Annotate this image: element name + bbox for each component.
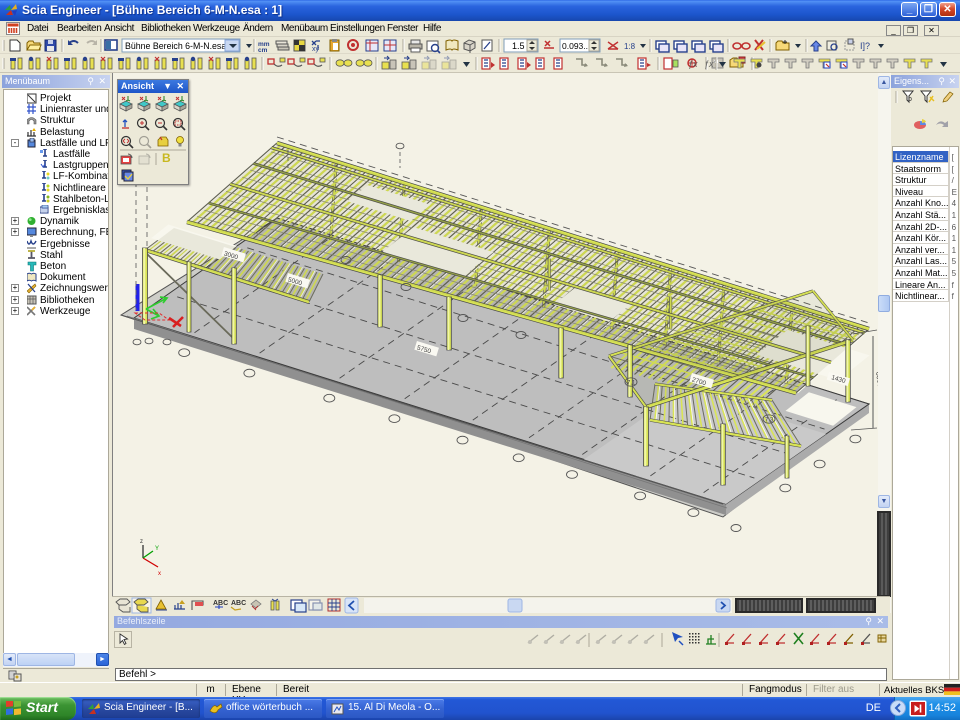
svg-text:I]?: I]? — [860, 41, 870, 51]
svg-text:1.5: 1.5 — [512, 41, 525, 51]
svg-text:ƒx′: ƒx′ — [704, 59, 716, 69]
svg-text:z: z — [140, 539, 143, 545]
svg-text:Bühne Bereich 6-M-N.esa: Bühne Bereich 6-M-N.esa — [125, 41, 226, 51]
svg-text:7.1: 7.1 — [627, 381, 636, 387]
svg-text:0.093...: 0.093... — [562, 41, 590, 51]
svg-text:cm: cm — [258, 47, 268, 54]
svg-text:1:8: 1:8 — [624, 42, 636, 51]
svg-text:ABC: ABC — [213, 600, 228, 607]
svg-text:7.3: 7.3 — [765, 418, 774, 424]
svg-text:xy: xy — [312, 46, 320, 53]
svg-text:b: b — [908, 96, 912, 103]
svg-text:x: x — [158, 571, 161, 577]
svg-text:B: B — [162, 151, 171, 165]
svg-text:ABC: ABC — [231, 600, 246, 607]
svg-text:Y: Y — [155, 546, 159, 552]
svg-text:ƒx: ƒx — [688, 59, 698, 69]
